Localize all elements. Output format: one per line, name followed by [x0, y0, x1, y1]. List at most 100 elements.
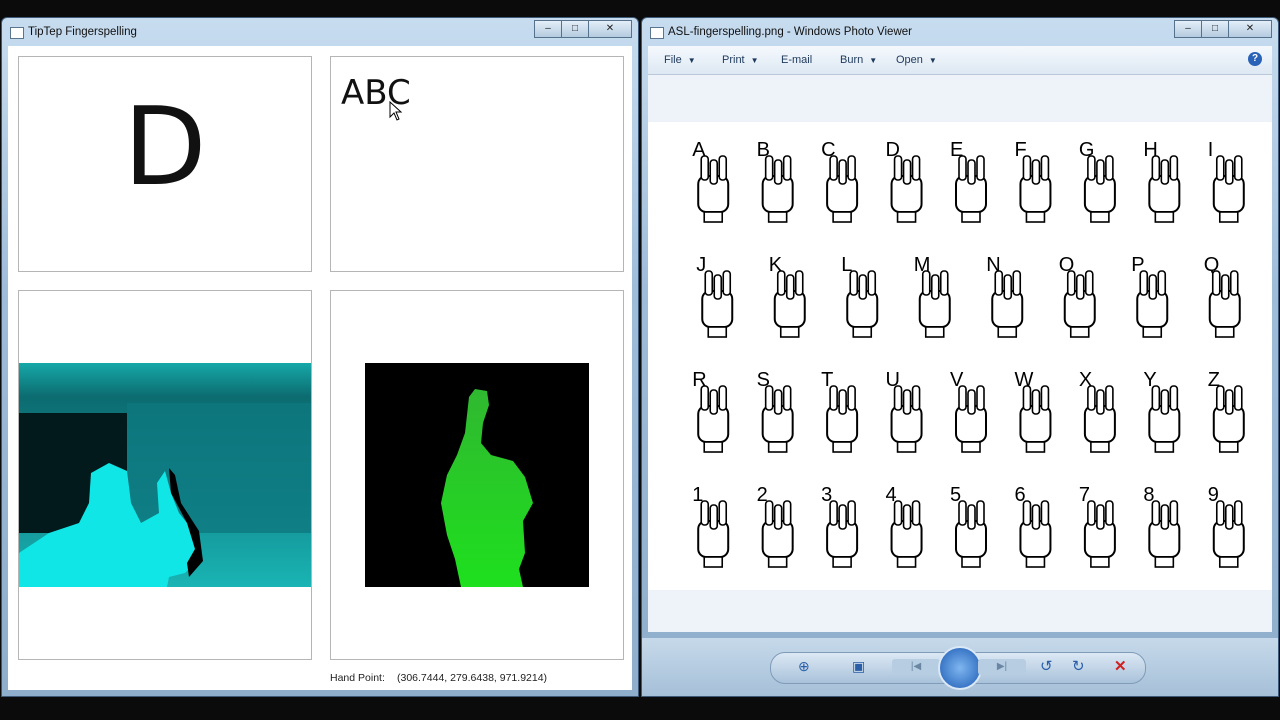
hand-finger-icon	[911, 500, 921, 526]
hand-wrist-icon	[997, 326, 1018, 338]
photo-viewer-icon	[650, 27, 664, 39]
hand-finger-icon	[1031, 504, 1041, 530]
hand-finger-icon	[1215, 500, 1225, 526]
viewer-close-button[interactable]: ✕	[1228, 20, 1272, 38]
hand-finger-icon	[700, 385, 710, 411]
hand-finger-icon	[1157, 270, 1167, 296]
hand-finger-icon	[1022, 385, 1032, 411]
hand-finger-icon	[700, 155, 710, 181]
hand-wrist-icon	[1090, 556, 1110, 568]
minimize-button[interactable]: ‒	[534, 20, 562, 38]
hand-wrist-icon	[1154, 441, 1175, 453]
rotate-left-icon[interactable]: ↺	[1040, 657, 1053, 675]
hand-wrist-icon	[832, 556, 852, 568]
help-icon[interactable]: ?	[1248, 52, 1262, 66]
viewer-maximize-button[interactable]: □	[1201, 20, 1229, 38]
hand-finger-icon	[773, 159, 783, 185]
hand-finger-icon	[967, 159, 976, 185]
hand-wrist-icon	[832, 441, 852, 453]
hand-finger-icon	[829, 385, 838, 411]
hand-finger-icon	[782, 155, 792, 181]
hand-finger-icon	[1022, 500, 1032, 526]
hand-finger-icon	[976, 155, 985, 181]
asl-sign-6: 6	[1014, 484, 1052, 568]
left-title-bar[interactable]: TipTep Fingerspelling ‒ □ ✕	[2, 18, 638, 46]
hand-finger-icon	[782, 385, 792, 411]
hand-finger-icon	[967, 389, 976, 415]
hand-wrist-icon	[767, 211, 788, 223]
asl-sign-8: 8	[1143, 484, 1181, 568]
hand-finger-icon	[1160, 159, 1170, 185]
viewer-minimize-button[interactable]: ‒	[1174, 20, 1202, 38]
hand-finger-icon	[893, 500, 903, 526]
hand-finger-icon	[1040, 500, 1050, 526]
hand-wrist-icon	[896, 211, 917, 223]
hand-wrist-icon	[1025, 211, 1046, 223]
asl-sign-l: L	[841, 254, 879, 338]
maximize-button[interactable]: □	[561, 20, 589, 38]
hand-wrist-icon	[1090, 211, 1110, 223]
hand-finger-icon	[782, 500, 792, 526]
menu-email[interactable]: E-mail	[781, 54, 812, 66]
viewer-toolbar: ⊕ ▣ |◀ ▶| ↺ ↻ ✕	[642, 638, 1278, 696]
hand-wrist-icon	[1218, 211, 1239, 223]
hand-finger-icon	[1096, 389, 1105, 415]
slideshow-icon[interactable]	[938, 646, 982, 690]
photo-viewer-window: ASL-fingerspelling.png - Windows Photo V…	[641, 17, 1279, 697]
photo-viewer-client: File ▼ Print ▼ E-mail Burn ▼ Open ▼ ? ABCDEF…	[648, 46, 1272, 632]
hand-finger-icon	[1233, 500, 1243, 526]
right-title-bar[interactable]: ASL-fingerspelling.png - Windows Photo V…	[642, 18, 1278, 46]
asl-sign-x: X	[1079, 369, 1116, 453]
hand-wrist-icon	[1214, 326, 1235, 338]
hand-wrist-icon	[852, 326, 873, 338]
hand-finger-icon	[776, 270, 786, 296]
asl-sign-r: R	[692, 369, 730, 453]
next-icon[interactable]: ▶|	[978, 659, 1026, 675]
hand-finger-icon	[1066, 270, 1076, 296]
menu-print[interactable]: Print ▼	[722, 54, 759, 66]
asl-sign-u: U	[886, 369, 923, 453]
menu-burn[interactable]: Burn ▼	[840, 54, 877, 66]
chevron-down-icon: ▼	[869, 56, 878, 65]
fingerspelling-client: D ABC Hand Point: (306.7444, 279.6438, 9…	[8, 46, 632, 690]
asl-sign-v: V	[950, 369, 987, 453]
menu-open[interactable]: Open ▼	[896, 54, 937, 66]
current-letter: D	[123, 85, 207, 210]
hand-finger-icon	[700, 500, 710, 526]
asl-label-i: I	[1208, 139, 1214, 161]
hand-finger-icon	[921, 270, 931, 296]
spelled-text-panel: ABC	[330, 56, 624, 272]
hand-finger-icon	[902, 389, 912, 415]
actual-size-icon[interactable]: ▣	[852, 658, 865, 675]
hand-finger-icon	[764, 500, 774, 526]
hand-finger-icon	[1151, 155, 1161, 181]
hand-finger-icon	[1084, 270, 1094, 296]
menu-file[interactable]: File ▼	[664, 54, 696, 66]
asl-sign-k: K	[769, 254, 806, 338]
menu-file-label: File	[664, 54, 682, 66]
hand-finger-icon	[847, 155, 856, 181]
hand-finger-icon	[1233, 155, 1243, 181]
hand-finger-icon	[1105, 155, 1114, 181]
hand-finger-icon	[1040, 385, 1050, 411]
hand-finger-icon	[829, 500, 838, 526]
hand-point-value: (306.7444, 279.6438, 971.9214)	[397, 672, 548, 684]
hand-wrist-icon	[961, 441, 981, 453]
hand-finger-icon	[849, 270, 859, 296]
asl-sign-1: 1	[692, 484, 730, 568]
hand-finger-icon	[773, 389, 783, 415]
asl-sign-b: B	[757, 139, 794, 223]
hand-wrist-icon	[1142, 326, 1163, 338]
zoom-icon[interactable]: ⊕	[798, 658, 810, 675]
close-button[interactable]: ✕	[588, 20, 632, 38]
previous-icon[interactable]: |◀	[892, 659, 940, 675]
asl-sign-7: 7	[1079, 484, 1116, 568]
hand-finger-icon	[794, 270, 804, 296]
chevron-down-icon: ▼	[750, 56, 759, 65]
hand-finger-icon	[1003, 274, 1013, 300]
rotate-right-icon[interactable]: ↻	[1072, 657, 1085, 675]
hand-finger-icon	[911, 385, 921, 411]
delete-icon[interactable]: ✕	[1114, 657, 1127, 675]
asl-sign-d: D	[886, 139, 923, 223]
asl-sign-9: 9	[1208, 484, 1245, 568]
